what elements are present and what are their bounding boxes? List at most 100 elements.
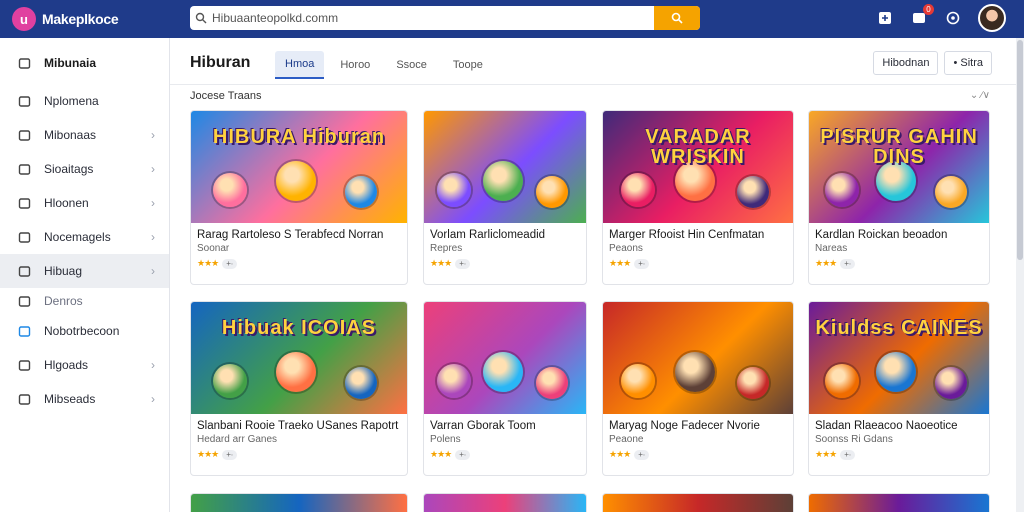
game-card[interactable]: [808, 493, 990, 512]
game-card[interactable]: Hibuak ICOIAS Slanbani Rooie Traeko USane…: [190, 301, 408, 476]
card-banner-text: HIBURA Hiburan: [212, 126, 386, 148]
brand-name: Makeplkoce: [42, 11, 119, 27]
character-figure: [620, 363, 655, 398]
game-card[interactable]: PISRUR GAHIN DINS Kardlan Roickan beoadon…: [808, 110, 990, 285]
character-figure: [736, 175, 769, 208]
sidebar-item-label: Hlgoads: [44, 358, 89, 372]
game-card[interactable]: [190, 493, 408, 512]
sidebar-item-3[interactable]: Mibonaas ›: [0, 118, 169, 152]
character-figure: [213, 172, 248, 207]
sort-toggle-icon[interactable]: ⌄ ∕∨: [970, 90, 990, 101]
card-subtitle: Soonss Ri Gdans: [815, 434, 893, 445]
sidebar-item-9[interactable]: Nobotrbecoon: [0, 314, 169, 348]
sidebar-item-4[interactable]: Sioaitags ›: [0, 152, 169, 186]
sidebar-item-6[interactable]: Nocemagels ›: [0, 220, 169, 254]
character-figure: [213, 363, 248, 398]
gear-icon: [16, 357, 32, 373]
chevron-right-icon: ›: [151, 264, 155, 278]
card-title[interactable]: Rarag Rartoleso S Terabfecd Norran: [191, 223, 407, 241]
game-card[interactable]: VARADAR WRISKIN Marger Rfooist Hin Cenfma…: [602, 110, 794, 285]
rating-stars-icon: ★★★: [197, 449, 219, 459]
sidebar-item-8[interactable]: Denros: [0, 288, 169, 314]
card-subtitle: Peaons: [609, 243, 643, 254]
brand[interactable]: u Makeplkoce: [0, 7, 170, 31]
search-bar: [190, 6, 700, 30]
card-meta: ★★★ +∙: [603, 254, 793, 273]
sidebar-item-label: Nplomena: [44, 94, 99, 108]
rating-stars-icon: ★★★: [815, 449, 837, 459]
card-meta: ★★★ +∙: [191, 445, 407, 464]
card-subtitle: Repres: [430, 243, 463, 254]
card-title[interactable]: Slanbani Rooie Traeko USanes Rapotrt: [191, 414, 407, 432]
game-card[interactable]: HIBURA Hiburan Rarag Rartoleso S Terabfec…: [190, 110, 408, 285]
chart-icon: [16, 127, 32, 143]
page-title: Hiburan: [190, 54, 251, 71]
filter-button[interactable]: Hibodnan: [873, 51, 939, 75]
sidebar-item-1[interactable]: Mibunaia: [0, 46, 169, 80]
sort-button[interactable]: • Sitra: [944, 51, 992, 75]
search-input[interactable]: [212, 7, 654, 29]
rating-stars-icon: ★★★: [609, 449, 631, 459]
image-icon: [16, 229, 32, 245]
card-meta: ★★★ +∙: [809, 445, 989, 464]
card-title[interactable]: Kardlan Roickan beoadon: [809, 223, 989, 241]
search-button[interactable]: [654, 6, 700, 30]
notification-badge: 0: [923, 4, 934, 15]
character-figure: [824, 363, 859, 398]
game-card[interactable]: Vorlam Rarliclomeadid Repres ★★★ +∙: [423, 110, 587, 285]
card-subtitle: Nareas: [815, 243, 848, 254]
header-divider: [170, 84, 1024, 85]
card-pill: +∙: [840, 258, 856, 269]
tab-4[interactable]: Toope: [443, 51, 493, 79]
character-figure: [436, 172, 471, 207]
card-subtitle: Peaone: [609, 434, 644, 445]
sidebar-item-label: Mibunaia: [44, 56, 97, 70]
card-pill: +∙: [222, 449, 238, 460]
rating-stars-icon: ★★★: [197, 258, 219, 268]
chevron-right-icon: ›: [151, 162, 155, 176]
scrollbar-thumb[interactable]: [1017, 40, 1023, 260]
game-card[interactable]: Varran Gborak Toom Polens ★★★ +∙: [423, 301, 587, 476]
game-card[interactable]: [423, 493, 587, 512]
character-figure: [482, 352, 523, 393]
card-thumbnail: Kiuldss CAINES: [809, 302, 989, 414]
settings-icon[interactable]: [944, 9, 962, 27]
card-thumbnail: PISRUR GAHIN DINS: [809, 111, 989, 223]
tab-3[interactable]: Ssoce: [386, 51, 437, 79]
card-meta: ★★★ +∙: [809, 254, 989, 273]
character-figure: [275, 352, 316, 393]
character-figure: [934, 366, 967, 399]
game-card[interactable]: [602, 493, 794, 512]
card-pill: +∙: [455, 258, 471, 269]
character-figure: [275, 161, 316, 202]
card-thumbnail: [424, 111, 586, 223]
sidebar-item-5[interactable]: Hloonen ›: [0, 186, 169, 220]
rating-stars-icon: ★★★: [815, 258, 837, 268]
sidebar-item-11[interactable]: Mibseads ›: [0, 382, 169, 416]
card-title[interactable]: Varran Gborak Toom: [424, 414, 586, 432]
tab-2[interactable]: Horoo: [330, 51, 380, 79]
tab-bar: Hmoa Horoo Ssoce Toope: [275, 51, 499, 79]
card-title[interactable]: Vorlam Rarliclomeadid: [424, 223, 586, 241]
sidebar-item-2[interactable]: Nplomena: [0, 84, 169, 118]
card-pill: +∙: [840, 449, 856, 460]
card-title[interactable]: Maryag Noge Fadecer Nvorie: [603, 414, 793, 432]
chevron-right-icon: ›: [151, 392, 155, 406]
add-icon[interactable]: [876, 9, 894, 27]
card-meta: ★★★ +∙: [191, 254, 407, 273]
card-banner-text: Kiuldss CAINES: [815, 317, 983, 339]
location-icon: [16, 391, 32, 407]
chevron-right-icon: ›: [151, 196, 155, 210]
tab-1[interactable]: Hmoa: [275, 51, 325, 79]
game-card[interactable]: Maryag Noge Fadecer Nvorie Peaone ★★★ +∙: [602, 301, 794, 476]
card-title[interactable]: Marger Rfooist Hin Cenfmatan: [603, 223, 793, 241]
card-title[interactable]: Sladan Rlaeacoo Naoeotice: [809, 414, 989, 432]
card-banner-text: Hibuak ICOIAS: [221, 317, 377, 339]
game-card[interactable]: Kiuldss CAINES Sladan Rlaeacoo Naoeotice S…: [808, 301, 990, 476]
character-figure: [824, 172, 859, 207]
notification-icon[interactable]: 0: [910, 4, 934, 27]
sidebar-item-7[interactable]: Hibuag ›: [0, 254, 169, 288]
avatar[interactable]: [978, 4, 1006, 32]
film-icon: [16, 263, 32, 279]
sidebar-item-10[interactable]: Hlgoads ›: [0, 348, 169, 382]
